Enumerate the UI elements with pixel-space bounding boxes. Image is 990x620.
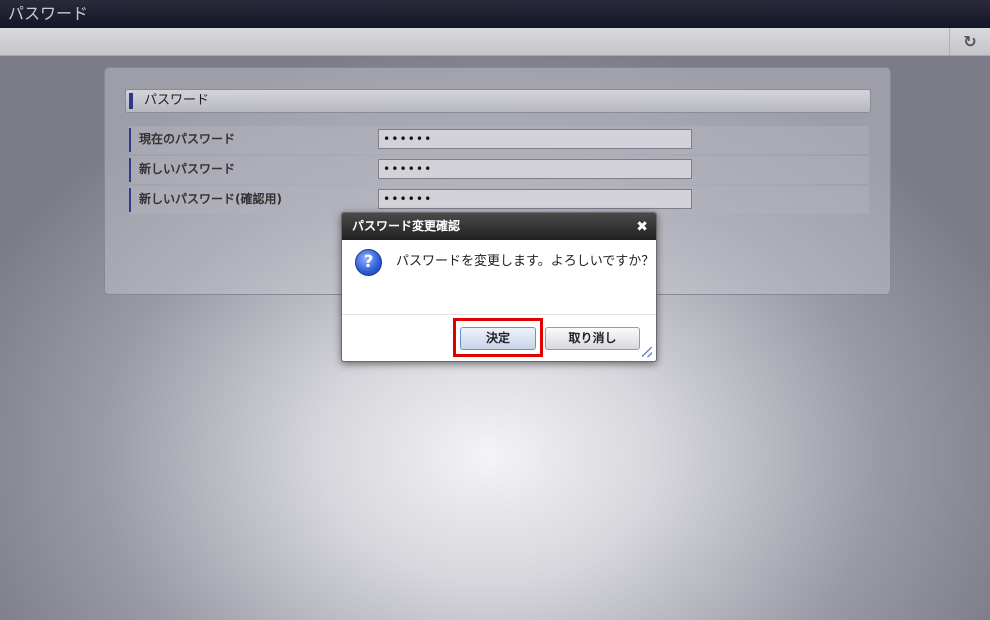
window-title: パスワード [0,0,990,28]
new-password-field[interactable]: •••••• [378,159,692,179]
new-password-label: 新しいパスワード [139,162,236,176]
section-header: パスワード [125,89,871,113]
current-password-field[interactable]: •••••• [378,129,692,149]
dialog-message: パスワードを変更します。よろしいですか？ [396,254,655,269]
resize-grip-icon[interactable] [642,347,652,357]
dialog-divider [342,314,656,315]
section-accent-bar [129,93,133,109]
confirm-password-field[interactable]: •••••• [378,189,692,209]
current-password-label: 現在のパスワード [139,132,236,146]
dialog-title-text: パスワード変更確認 [352,219,461,233]
confirm-password-label: 新しいパスワード(確認用) [139,192,282,206]
label-accent-bar [129,158,131,182]
form-row-new-password: 新しいパスワード •••••• [129,156,869,184]
section-title: パスワード [144,93,210,108]
refresh-icon[interactable]: ↻ [949,28,990,55]
form-row-current-password: 現在のパスワード •••••• [129,126,869,154]
toolbar: ↻ [0,28,990,56]
dialog-title[interactable]: パスワード変更確認 [342,213,656,240]
cancel-button[interactable]: 取り消し [545,327,640,350]
form-row-confirm-password: 新しいパスワード(確認用) •••••• [129,186,869,214]
label-accent-bar [129,188,131,212]
highlight-box [453,318,543,357]
close-icon[interactable]: ✖ [636,213,648,242]
label-accent-bar [129,128,131,152]
question-icon: ? [355,249,382,276]
